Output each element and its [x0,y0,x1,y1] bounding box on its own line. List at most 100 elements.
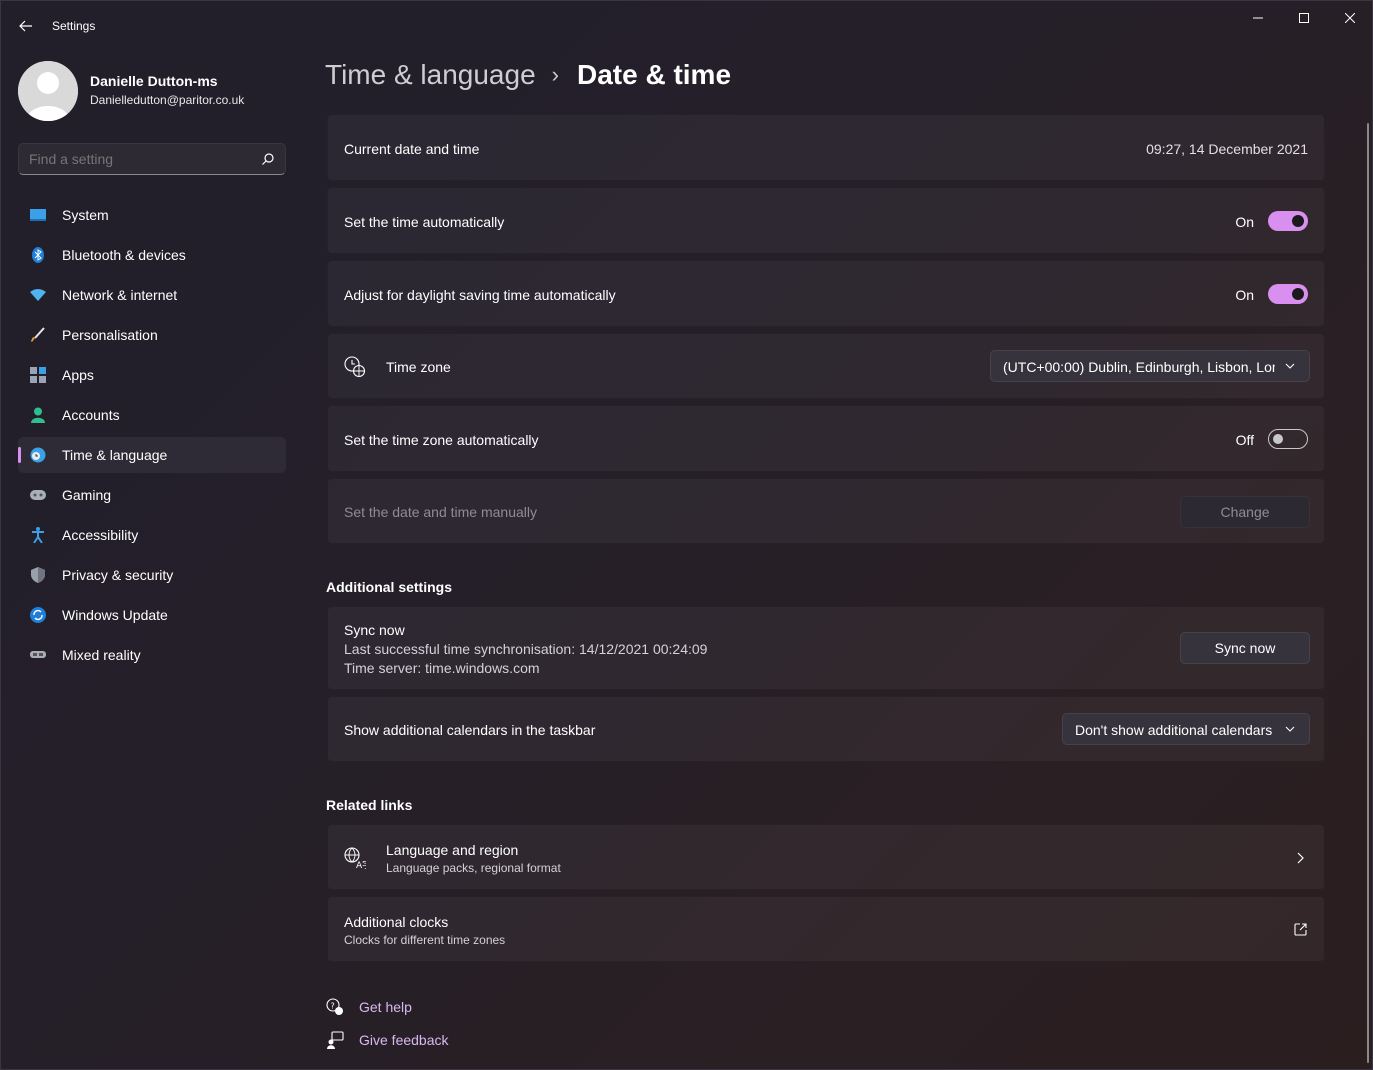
give-feedback-label: Give feedback [359,1032,449,1048]
search-input[interactable] [29,151,249,167]
apps-icon [30,367,46,383]
auto-time-state: On [1235,214,1254,230]
search-icon [262,153,274,165]
get-help-label: Get help [359,999,412,1015]
close-icon [1345,13,1355,23]
sidebar-item-accounts[interactable]: Accounts [18,397,286,433]
svg-text:A字: A字 [356,859,366,869]
calendars-label: Show additional calendars in the taskbar [344,722,596,738]
sidebar-item-label: Privacy & security [62,567,174,583]
refresh-icon [30,607,46,623]
sidebar-item-mixed-reality[interactable]: Mixed reality [18,637,286,673]
current-datetime-card: Current date and time 09:27, 14 December… [327,114,1325,181]
minimize-icon [1253,17,1263,19]
additional-clocks-label: Additional clocks [344,914,449,930]
auto-timezone-toggle[interactable] [1268,429,1308,449]
avatar[interactable] [18,61,78,121]
toggle-knob [1292,288,1304,300]
shield-icon [30,567,46,583]
bluetooth-icon [30,247,46,263]
sidebar-item-label: Apps [62,367,94,383]
auto-time-label: Set the time automatically [344,214,505,230]
sidebar-item-time-language[interactable]: Time & language [18,437,286,473]
sidebar-item-label: Windows Update [62,607,168,623]
maximize-button[interactable] [1281,1,1327,35]
page-title: Date & time [576,59,732,90]
give-feedback-link[interactable]: Give feedback [326,1030,449,1050]
daylight-card: Adjust for daylight saving time automati… [327,260,1325,327]
toggle-knob [1292,215,1304,227]
get-help-link[interactable]: ? Get help [326,997,412,1017]
sidebar-item-label: Accounts [62,407,120,423]
sidebar-item-label: Time & language [62,447,168,463]
language-icon: A字 [344,847,366,869]
search-box[interactable] [18,143,286,175]
sync-label: Sync now [344,622,405,638]
breadcrumb-parent[interactable]: Time & language [325,59,536,91]
current-datetime-label: Current date and time [344,141,480,157]
change-button[interactable]: Change [1180,496,1310,528]
sidebar-item-bluetooth[interactable]: Bluetooth & devices [18,237,286,273]
person-icon [30,407,46,423]
active-indicator [18,447,21,463]
back-button[interactable] [15,15,37,37]
timezone-dropdown[interactable]: (UTC+00:00) Dublin, Edinburgh, Lisbon, L… [990,350,1310,382]
chevron-right-icon [1297,852,1304,864]
sidebar-item-personalisation[interactable]: Personalisation [18,317,286,353]
timezone-card: Time zone (UTC+00:00) Dublin, Edinburgh,… [327,333,1325,399]
scrollbar[interactable] [1367,123,1369,1063]
language-region-label: Language and region [386,842,519,858]
user-name: Danielle Dutton-ms [90,73,218,89]
minimize-button[interactable] [1235,1,1281,35]
sidebar-item-label: Network & internet [62,287,178,303]
timezone-value: (UTC+00:00) Dublin, Edinburgh, Lisbon, L… [1003,359,1275,375]
additional-clocks-link[interactable]: Additional clocks Clocks for different t… [327,896,1325,962]
daylight-state: On [1235,287,1254,303]
breadcrumb-separator: › [551,62,559,87]
time-server-text: Time server: time.windows.com [344,660,540,676]
sidebar-item-accessibility[interactable]: Accessibility [18,517,286,553]
language-region-link[interactable]: A字 Language and region Language packs, r… [327,824,1325,890]
person-silhouette-icon [18,61,78,121]
sidebar-item-system[interactable]: System [18,197,286,233]
calendars-card: Show additional calendars in the taskbar… [327,696,1325,762]
sidebar-item-network[interactable]: Network & internet [18,277,286,313]
sidebar-item-privacy[interactable]: Privacy & security [18,557,286,593]
external-link-icon [1294,923,1307,936]
daylight-label: Adjust for daylight saving time automati… [344,287,616,303]
svg-text:?: ? [331,1002,335,1011]
sidebar-nav: System Bluetooth & devices Network & int… [18,197,286,677]
calendars-dropdown[interactable]: Don't show additional calendars [1062,713,1310,745]
title-bar: Settings [1,1,1372,49]
auto-time-toggle[interactable] [1268,211,1308,231]
auto-timezone-state: Off [1235,432,1254,448]
manual-datetime-card: Set the date and time manually Change [327,478,1325,544]
sidebar-item-apps[interactable]: Apps [18,357,286,393]
daylight-toggle[interactable] [1268,284,1308,304]
timezone-label: Time zone [386,359,451,375]
sync-now-button[interactable]: Sync now [1180,632,1310,664]
monitor-icon [30,207,46,223]
language-region-sub: Language packs, regional format [386,861,561,875]
feedback-icon [327,1031,344,1049]
sidebar-item-label: System [62,207,109,223]
additional-settings-title: Additional settings [326,579,452,595]
timezone-icon [344,356,366,378]
sidebar-item-label: Accessibility [62,527,139,543]
brush-icon [30,327,46,343]
clock-globe-icon [30,447,46,463]
sidebar-item-label: Bluetooth & devices [62,247,186,263]
related-links-title: Related links [326,797,413,813]
close-button[interactable] [1327,1,1373,35]
auto-timezone-card: Set the time zone automatically Off [327,405,1325,472]
user-email: Danielledutton@paritor.co.uk [90,93,245,107]
sidebar-item-label: Gaming [62,487,112,503]
toggle-knob [1273,434,1283,444]
auto-timezone-label: Set the time zone automatically [344,432,539,448]
breadcrumb: Time & language › Date & time [325,59,731,91]
settings-window: Settings Danielle Dutton-ms Danielledutt… [0,0,1373,1070]
sidebar-item-windows-update[interactable]: Windows Update [18,597,286,633]
sidebar-item-gaming[interactable]: Gaming [18,477,286,513]
chevron-down-icon [1285,363,1295,369]
last-sync-text: Last successful time synchronisation: 14… [344,641,708,657]
